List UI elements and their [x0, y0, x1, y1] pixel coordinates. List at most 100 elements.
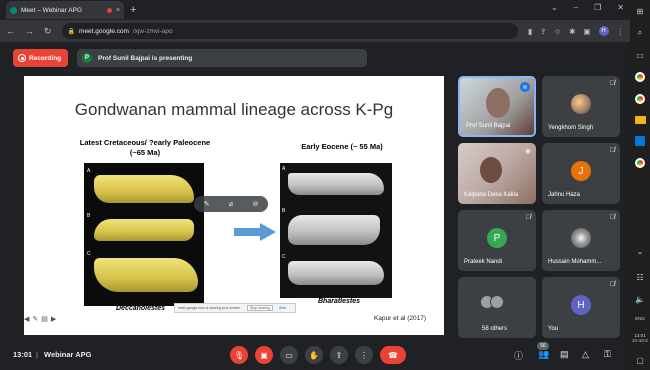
- mic-muted-icon: 🎙̸: [609, 214, 615, 221]
- mic-toggle-button[interactable]: 🎙: [230, 346, 248, 364]
- star-icon[interactable]: ☆: [554, 27, 561, 36]
- network-icon[interactable]: ☷: [635, 272, 645, 282]
- fig-left-label-b: B: [87, 213, 91, 219]
- slides-grid-icon[interactable]: ▤: [41, 315, 48, 323]
- mic-muted-icon: 🎙̸: [609, 80, 615, 87]
- lock-icon: 🔒: [67, 28, 76, 35]
- pen-icon[interactable]: ✎: [32, 315, 38, 323]
- folder-icon[interactable]: [634, 116, 646, 124]
- mic-off-icon[interactable]: ⌀: [229, 200, 233, 208]
- profile-avatar[interactable]: H: [598, 26, 609, 36]
- jaw-image-c: [94, 258, 198, 292]
- participant-tile-prateek-nandi[interactable]: 🎙̸ P Prateek Nandi: [458, 210, 536, 271]
- new-tab-button[interactable]: +: [130, 4, 136, 16]
- sidebar-icon[interactable]: ▣: [583, 27, 590, 36]
- more-options-button[interactable]: ⋮: [355, 346, 373, 364]
- recording-badge[interactable]: Recording: [13, 49, 68, 67]
- next-slide-icon[interactable]: ▶: [51, 315, 56, 323]
- host-controls-icon[interactable]: ⚿: [604, 349, 611, 360]
- leave-call-button[interactable]: ☎: [380, 346, 406, 364]
- chrome-icon[interactable]: [635, 94, 645, 104]
- chat-icon[interactable]: ▤: [560, 349, 569, 360]
- left-caption: Deccanolestes: [116, 305, 166, 312]
- screen-share-notice: meet.google.com is sharing your screen. …: [174, 303, 296, 313]
- left-heading-line1: Latest Cretaceous/ ?early Paleocene: [79, 138, 211, 147]
- participant-tile-jahnu-haza[interactable]: 🎙̸ J Jahnu Haza: [542, 143, 620, 204]
- speaking-indicator-icon: ≋: [520, 82, 530, 92]
- presenter-text: Prof Sunil Bajpai is presenting: [98, 54, 193, 62]
- app-icon[interactable]: [635, 136, 645, 146]
- fig-left-label-c: C: [87, 251, 91, 257]
- address-bar[interactable]: 🔒 meet.google.com/xjw-zmvi-apo: [61, 23, 518, 39]
- participant-avatar-photo: [571, 228, 591, 248]
- taskbar-clock[interactable]: 13:01 21-10-2: [632, 333, 648, 343]
- close-window-icon[interactable]: ✕: [617, 3, 624, 12]
- arrow-icon: [234, 223, 276, 241]
- fig-right-label-a: A: [282, 166, 286, 172]
- presenter-avatar: P: [82, 53, 92, 63]
- minimize-icon[interactable]: –: [574, 3, 578, 12]
- slide-right-heading: Early Eocene (~ 55 Ma): [301, 142, 383, 151]
- tab-close-icon[interactable]: ×: [116, 7, 120, 14]
- present-button[interactable]: ⇪: [330, 346, 348, 364]
- participant-name: Hussain Mohamm...: [548, 259, 602, 265]
- meet-favicon-icon: [10, 6, 17, 14]
- activities-icon[interactable]: △: [582, 349, 589, 360]
- captions-button[interactable]: ▭: [280, 346, 298, 364]
- participant-name: You: [548, 326, 559, 332]
- participant-tile-kalpana-deka-kalita[interactable]: ◉ Kalpana Deka Kalita: [458, 143, 536, 204]
- restore-icon[interactable]: ❐: [594, 3, 601, 12]
- meeting-clock: 13:01: [13, 350, 33, 359]
- browser-tab-meet[interactable]: Meet – Webinar APG ×: [6, 1, 124, 19]
- tray-up-icon[interactable]: ⌃: [635, 250, 645, 260]
- raise-hand-button[interactable]: ✋: [305, 346, 323, 364]
- others-avatars: [480, 295, 504, 309]
- participant-name: Prateek Nandi: [464, 259, 503, 265]
- participant-tile-others[interactable]: 58 others: [458, 277, 536, 338]
- right-caption: Bharatlestes: [318, 298, 361, 305]
- hide-notice-button[interactable]: Hide: [279, 306, 286, 310]
- fig-left-label-a: A: [87, 168, 91, 174]
- participant-tile-hussain-mohammed[interactable]: 🎙̸ Hussain Mohamm...: [542, 210, 620, 271]
- language-indicator[interactable]: ENG: [635, 316, 645, 321]
- stop-sharing-button[interactable]: Stop sharing: [247, 305, 273, 311]
- fig-right-label-c: C: [282, 254, 286, 260]
- windows-start-icon[interactable]: ⊞: [635, 6, 645, 16]
- recording-icon: [18, 54, 26, 62]
- screen: Meet – Webinar APG × + ⌄ – ❐ ✕ ← → ↻ 🔒 m…: [0, 0, 650, 370]
- forward-icon[interactable]: →: [25, 26, 34, 36]
- reload-icon[interactable]: ↻: [44, 26, 52, 37]
- stop-present-icon[interactable]: ⊖: [252, 200, 258, 208]
- url-domain: meet.google.com: [79, 27, 129, 35]
- meeting-details-icon[interactable]: ⓘ: [514, 349, 523, 362]
- people-icon[interactable]: 👥: [538, 349, 549, 360]
- participant-name: Jahnu Haza: [548, 192, 581, 198]
- participant-tile-prof-sunil-bajpai[interactable]: ≋ Prof Sunil Bajpai: [458, 76, 536, 137]
- participant-avatar: J: [571, 161, 591, 181]
- mic-muted-icon: 🎙̸: [525, 214, 531, 221]
- notifications-icon[interactable]: ▢: [635, 355, 645, 365]
- back-icon[interactable]: ←: [6, 26, 15, 36]
- camera-indicator-icon[interactable]: ▮: [528, 27, 532, 36]
- tab-recording-icon: [106, 7, 112, 13]
- search-icon[interactable]: ⌕: [635, 28, 645, 38]
- meet-control-bar: 13:01 | Webinar APG 🎙 ▣ ▭ ✋ ⇪ ⋮ ☎ ⓘ 56 👥…: [0, 340, 630, 370]
- menu-icon[interactable]: ⋮: [617, 27, 625, 36]
- participant-tile-you[interactable]: 🎙̸ H You: [542, 277, 620, 338]
- jaw-image-b: [94, 219, 194, 241]
- chrome-icon[interactable]: [635, 158, 645, 168]
- participant-name: Prof Sunil Bajpai: [466, 123, 511, 129]
- participant-tile-yengkhom-singh[interactable]: 🎙̸ Yengkhom Singh: [542, 76, 620, 137]
- tab-search-icon[interactable]: ⌄: [551, 3, 558, 12]
- camera-toggle-button[interactable]: ▣: [255, 346, 273, 364]
- chrome-icon[interactable]: [635, 72, 645, 82]
- tab-title: Meet – Webinar APG: [21, 6, 82, 14]
- pointer-icon[interactable]: ✎: [204, 200, 210, 208]
- mic-muted-icon: 🎙̸: [609, 147, 615, 154]
- volume-icon[interactable]: 🔈: [635, 294, 645, 304]
- task-view-icon[interactable]: ▭: [635, 50, 645, 60]
- url-path: /xjw-zmvi-apo: [132, 27, 173, 35]
- prev-slide-icon[interactable]: ◀: [24, 315, 29, 323]
- share-icon[interactable]: ⇪: [540, 27, 546, 36]
- extensions-icon[interactable]: ✱: [569, 27, 575, 36]
